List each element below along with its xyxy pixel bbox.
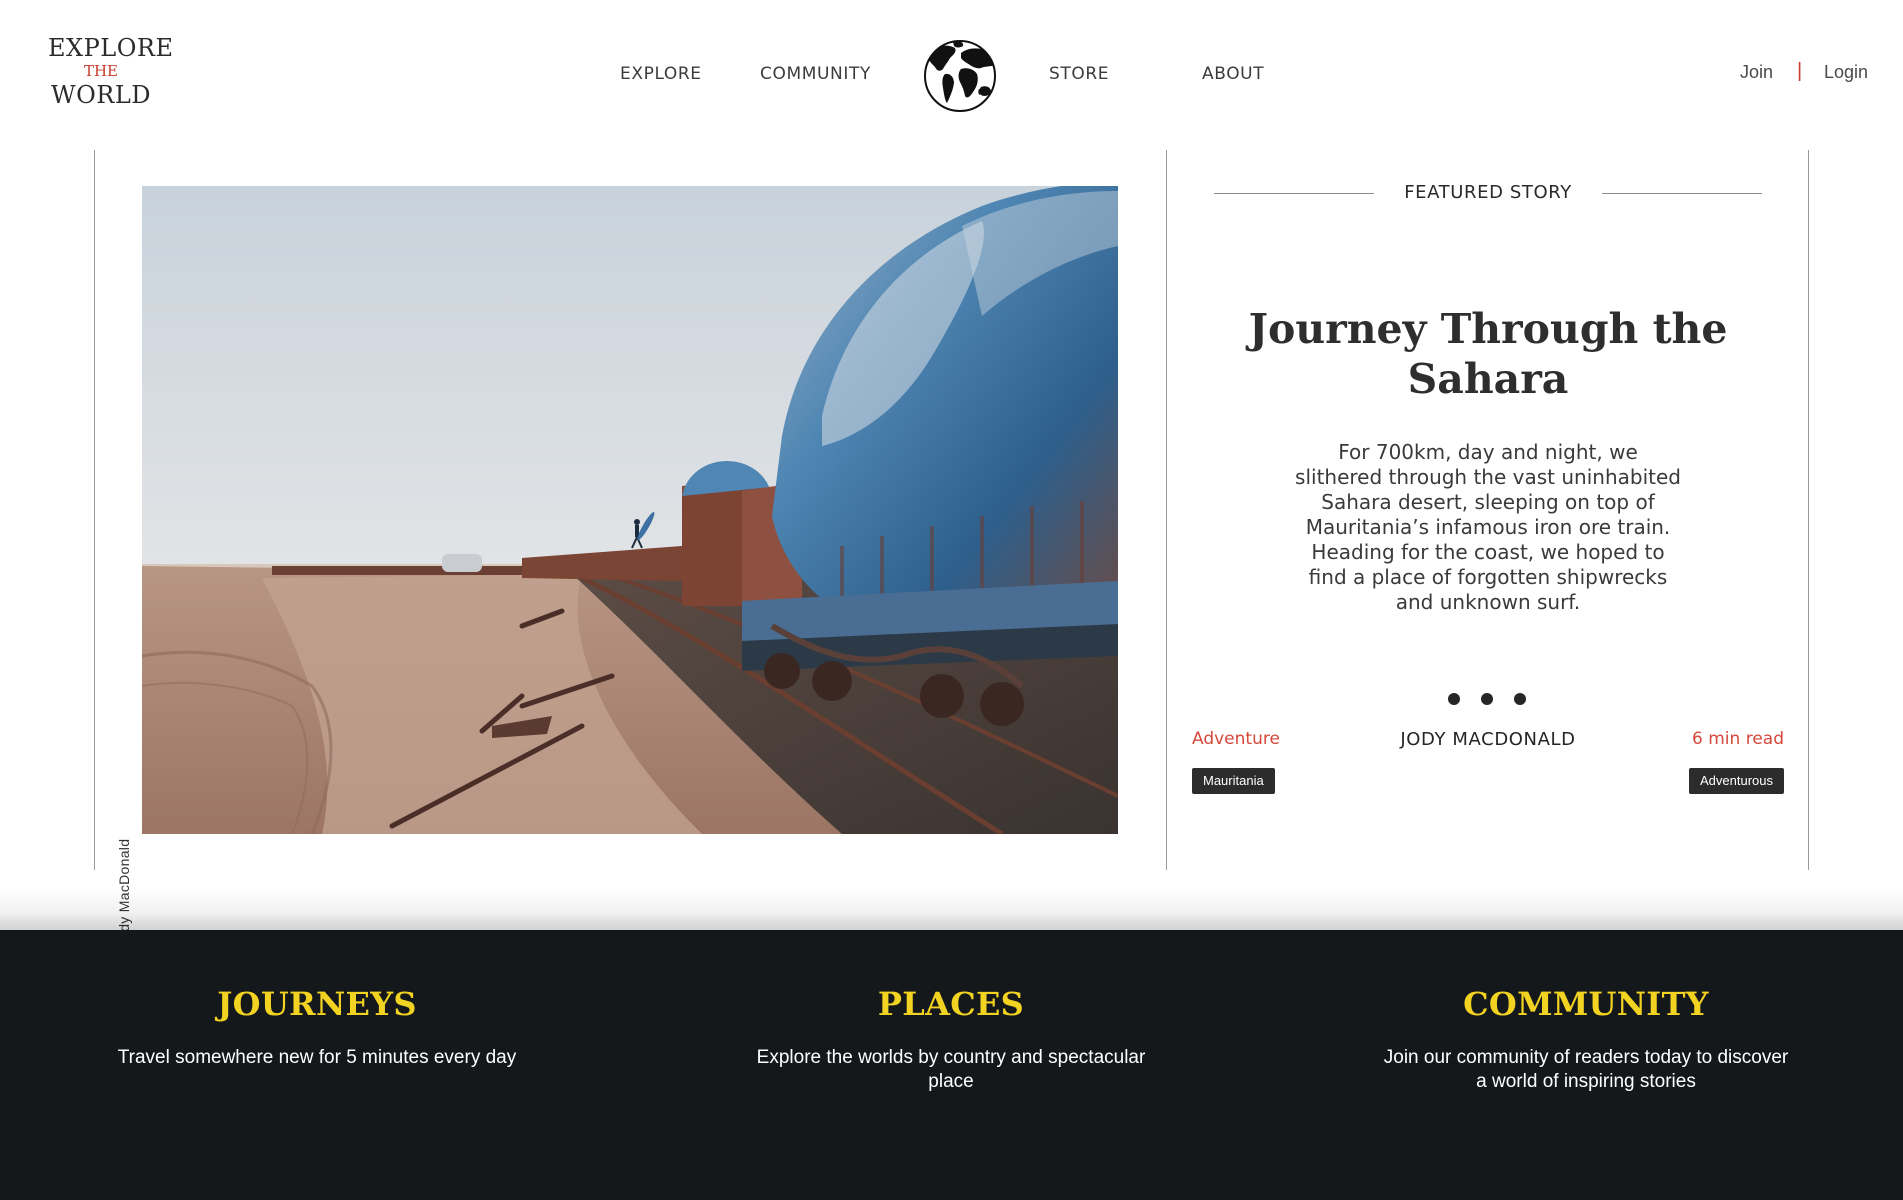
featured-photo[interactable]: [142, 186, 1118, 834]
story-title[interactable]: Journey Through the Sahara: [1240, 304, 1736, 404]
featured-story-heading: FEATURED STORY: [1214, 182, 1762, 206]
read-time: 6 min read: [1692, 729, 1784, 749]
heading-rule-right: [1602, 193, 1762, 194]
carousel-dots: [1444, 693, 1532, 707]
section-description: Explore the worlds by country and specta…: [756, 1047, 1146, 1092]
globe-icon[interactable]: [923, 39, 997, 113]
story-excerpt: For 700km, day and night, we slithered t…: [1295, 440, 1681, 614]
nav-community[interactable]: COMMUNITY: [760, 64, 871, 84]
logo-line-explore: EXPLORE: [48, 34, 174, 62]
section-description: Travel somewhere new for 5 minutes every…: [117, 1047, 517, 1068]
logo-line-world: WORLD: [50, 81, 152, 109]
story-author[interactable]: JODY MACDONALD: [1300, 729, 1676, 750]
carousel-dot[interactable]: [1448, 693, 1460, 705]
logo-line-the: THE: [83, 62, 119, 80]
section-description: Join our community of readers today to d…: [1383, 1047, 1789, 1092]
divider-line: [94, 150, 95, 870]
sections-band: JOURNEYS Travel somewhere new for 5 minu…: [0, 930, 1903, 1200]
tag-badge[interactable]: Adventurous: [1689, 768, 1784, 794]
auth-separator: |: [1797, 60, 1803, 82]
section-title: JOURNEYS: [217, 985, 417, 1023]
divider-line: [1808, 150, 1809, 870]
story-category[interactable]: Adventure: [1192, 729, 1280, 749]
section-title: COMMUNITY: [1463, 985, 1709, 1023]
band-shadow: [0, 888, 1903, 930]
divider-line: [1166, 150, 1167, 870]
section-title: PLACES: [877, 985, 1025, 1023]
section-community[interactable]: COMMUNITY Join our community of readers …: [1366, 984, 1806, 1094]
section-places[interactable]: PLACES Explore the worlds by country and…: [731, 984, 1171, 1094]
nav-store[interactable]: STORE: [1049, 64, 1109, 84]
globe-icon-graphic: [924, 40, 996, 112]
site-logo[interactable]: EXPLORE THE WORLD: [48, 34, 174, 109]
carousel-dot[interactable]: [1514, 693, 1526, 705]
nav-about[interactable]: ABOUT: [1202, 64, 1264, 84]
featured-photo-graphic: [142, 186, 1118, 834]
section-journeys[interactable]: JOURNEYS Travel somewhere new for 5 minu…: [97, 984, 537, 1070]
site-header: EXPLORE THE WORLD EXPLORE COMMUNITY STOR…: [0, 0, 1903, 150]
nav-explore[interactable]: EXPLORE: [620, 64, 702, 84]
featured-section: © Jody MacDonald FEATURED STORY Journey …: [0, 150, 1903, 962]
carousel-dot[interactable]: [1481, 693, 1493, 705]
join-link[interactable]: Join: [1740, 62, 1773, 83]
login-link[interactable]: Login: [1824, 62, 1868, 83]
tag-badge[interactable]: Mauritania: [1192, 768, 1275, 794]
